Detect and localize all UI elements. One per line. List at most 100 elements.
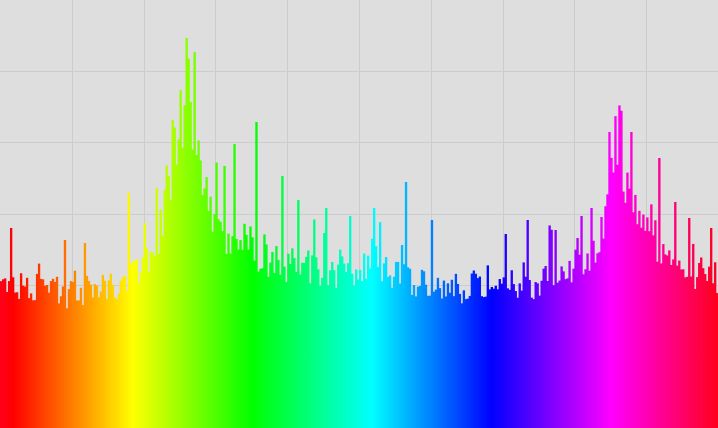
histogram-bar xyxy=(71,281,75,428)
histogram-bar xyxy=(484,296,487,428)
histogram-bar xyxy=(636,224,639,428)
histogram-bar xyxy=(368,268,372,428)
histogram-bar xyxy=(474,273,478,428)
histogram-bar xyxy=(442,280,446,428)
histogram-bar xyxy=(506,288,509,428)
histogram-bar xyxy=(259,268,262,428)
histogram-bar xyxy=(526,220,529,428)
histogram-bar xyxy=(690,276,693,428)
histogram-bar xyxy=(498,279,501,428)
histogram-bar xyxy=(239,240,242,428)
histogram-bar xyxy=(89,284,93,428)
histogram-bar xyxy=(510,270,513,428)
histogram-bar xyxy=(708,266,711,428)
histogram-bar xyxy=(171,120,174,428)
histogram-bar xyxy=(574,249,577,428)
histogram-bar xyxy=(353,285,356,428)
histogram-bar xyxy=(582,274,585,428)
histogram-bar xyxy=(263,234,266,428)
histogram-bar xyxy=(610,157,613,428)
histogram-bar xyxy=(87,280,91,428)
histogram-bar xyxy=(648,231,651,428)
histogram-bar xyxy=(684,277,687,428)
histogram-bar xyxy=(99,291,103,428)
histogram-bar xyxy=(454,273,458,428)
histogram-bar xyxy=(402,264,406,428)
histogram-bar xyxy=(155,188,158,428)
histogram-bar xyxy=(434,289,438,428)
histogram-bar xyxy=(303,263,306,428)
histogram-bar xyxy=(75,300,79,428)
histogram-bar xyxy=(61,286,65,428)
histogram-bar xyxy=(297,200,300,428)
histogram-bar xyxy=(35,273,39,428)
histogram-bar xyxy=(133,260,136,428)
histogram-bar xyxy=(532,299,535,428)
histogram-bar xyxy=(490,286,493,428)
histogram-bar xyxy=(430,220,434,428)
histogram-bar xyxy=(576,238,579,428)
histogram-bar xyxy=(51,278,55,428)
histogram-bar xyxy=(710,228,713,428)
histogram-bar xyxy=(289,264,292,428)
histogram-bar xyxy=(255,122,258,428)
histogram-bar xyxy=(620,110,623,428)
histogram-bar xyxy=(644,230,647,428)
histogram-bar xyxy=(63,240,67,428)
histogram-bar xyxy=(398,283,402,428)
histogram-bar xyxy=(436,277,440,428)
histogram-bar xyxy=(345,271,348,428)
histogram-bar xyxy=(149,251,152,428)
histogram-bar xyxy=(215,162,218,428)
histogram-bar xyxy=(129,264,132,428)
histogram-bar xyxy=(626,172,629,428)
histogram-bar xyxy=(404,182,408,428)
histogram-bar xyxy=(205,177,208,428)
histogram-bar xyxy=(366,255,370,428)
histogram-bar xyxy=(271,251,274,428)
histogram-bar xyxy=(65,308,69,428)
histogram-bar xyxy=(704,274,707,428)
histogram-bar xyxy=(548,225,551,428)
histogram-bar xyxy=(337,264,340,428)
histogram-bar xyxy=(426,295,430,428)
histogram-bar xyxy=(33,300,37,428)
histogram-bar xyxy=(606,194,609,428)
histogram-bar xyxy=(69,281,73,428)
histogram-bar xyxy=(500,283,503,428)
histogram-bar xyxy=(117,293,121,428)
histogram-bar xyxy=(199,160,202,428)
histogram-bar xyxy=(414,296,418,428)
histogram-bar xyxy=(440,298,444,428)
histogram-bar xyxy=(412,285,416,428)
histogram-bar xyxy=(492,288,495,428)
histogram-bar xyxy=(388,275,392,428)
histogram-bar xyxy=(47,292,51,428)
histogram-bar xyxy=(382,263,386,428)
histogram-bar xyxy=(165,165,168,428)
histogram-bar xyxy=(658,158,661,428)
histogram-bar xyxy=(692,243,695,428)
histogram-bar xyxy=(257,271,260,428)
histogram-bar xyxy=(602,238,605,428)
histogram-bar xyxy=(688,218,691,428)
histogram-bar xyxy=(237,249,240,428)
histogram-bar xyxy=(31,300,35,428)
histogram-bar xyxy=(169,199,172,428)
histogram-bar xyxy=(113,297,117,428)
histogram-bar xyxy=(678,260,681,428)
histogram-bar xyxy=(540,280,543,428)
histogram-bar xyxy=(23,286,27,428)
histogram-bar xyxy=(301,262,304,428)
histogram-bar xyxy=(139,272,142,428)
histogram-bar xyxy=(3,278,7,428)
histogram-bar xyxy=(85,275,89,428)
histogram-bar xyxy=(119,280,123,428)
histogram-bar xyxy=(380,281,384,428)
histogram-bar xyxy=(25,277,29,428)
histogram-bar xyxy=(17,298,21,428)
histogram-bar xyxy=(295,271,298,428)
histogram-bar xyxy=(221,231,224,428)
histogram-bar xyxy=(245,234,248,428)
histogram-bar xyxy=(147,271,150,428)
